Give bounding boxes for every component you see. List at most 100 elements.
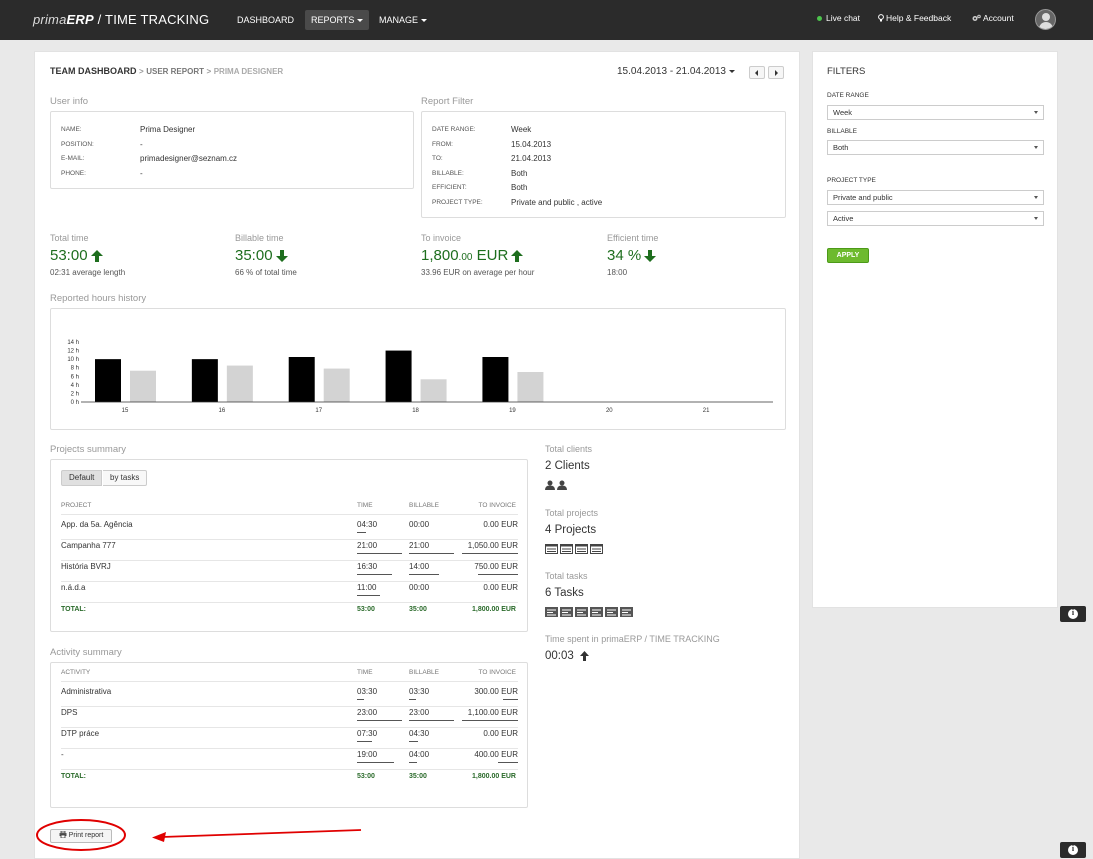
row-time: 07:30 xyxy=(357,729,378,738)
segment-by-tasks[interactable]: by tasks xyxy=(103,470,148,486)
divider xyxy=(61,769,518,770)
task-icon xyxy=(545,607,558,617)
info-value: Private and public , active xyxy=(511,197,603,207)
total-invoice: 1,800.00 EUR xyxy=(472,606,516,613)
brand-logo[interactable]: primaERP / TIME TRACKING xyxy=(33,12,209,27)
task-icon xyxy=(560,607,573,617)
table-header: TIME xyxy=(357,669,373,676)
invoice-bar xyxy=(502,699,518,700)
print-report-button[interactable]: Print report xyxy=(50,829,112,843)
total-label: TOTAL: xyxy=(61,606,87,613)
bar xyxy=(191,359,218,402)
x-tick-label: 18 xyxy=(412,408,419,414)
y-tick-label: 10 h xyxy=(67,357,79,363)
row-time: 04:30 xyxy=(357,520,378,529)
row-time: 16:30 xyxy=(357,562,378,571)
time-bar xyxy=(357,595,381,596)
help-feedback-link[interactable]: Help & Feedback xyxy=(878,13,951,23)
prev-week-button[interactable] xyxy=(749,66,765,79)
chevron-down-icon xyxy=(421,19,428,23)
table-row[interactable]: História BVRJ 16:30 14:00 750.00 EUR xyxy=(51,562,529,583)
divider xyxy=(61,514,518,515)
invoice-bar xyxy=(462,720,518,721)
table-row[interactable]: App. da 5a. Agência 04:30 00:00 0.00 EUR xyxy=(51,520,529,541)
row-time: 23:00 xyxy=(357,708,378,717)
table-header: BILLABLE xyxy=(409,669,439,676)
info-label: PROJECT TYPE: xyxy=(432,198,483,206)
info-label: BILLABLE: xyxy=(432,169,464,177)
total-tasks-label: Total tasks xyxy=(545,571,588,581)
breadcrumb-user-report[interactable]: USER REPORT xyxy=(146,67,204,76)
nav-reports[interactable]: REPORTS xyxy=(305,10,370,30)
billable-select[interactable]: Both xyxy=(827,140,1044,155)
filters-panel: FILTERS DATE RANGE Week BILLABLE Both PR… xyxy=(812,51,1058,608)
table-row[interactable]: Campanha 777 21:00 21:00 1,050.00 EUR xyxy=(51,541,529,562)
info-value: - xyxy=(140,139,143,149)
nav-manage[interactable]: MANAGE xyxy=(373,10,433,30)
chevron-down-icon xyxy=(728,69,735,73)
table-header: ACTIVITY xyxy=(61,669,91,676)
task-icon xyxy=(575,607,588,617)
hours-bar-chart: 0 h 2 h 4 h 6 h 8 h 10 h 12 h 14 h 15 16 17 18 19 20 2… xyxy=(67,340,773,414)
row-invoice: 0.00 EUR xyxy=(483,520,518,529)
date-range-select[interactable]: Week xyxy=(827,105,1044,120)
invoice-bar xyxy=(462,553,518,554)
date-range-picker[interactable]: 15.04.2013 - 21.04.2013 xyxy=(617,66,735,77)
time-bar xyxy=(357,574,393,575)
y-tick-label: 2 h xyxy=(71,391,79,397)
y-tick-label: 12 h xyxy=(67,349,79,355)
info-value: primadesigner@seznam.cz xyxy=(140,154,238,163)
project-state-select[interactable]: Active xyxy=(827,211,1044,226)
invoice-bar xyxy=(478,574,518,575)
task-icon xyxy=(605,607,618,617)
info-button-bottom[interactable] xyxy=(1060,842,1086,858)
user-avatar[interactable] xyxy=(1035,9,1056,30)
task-icon xyxy=(620,607,633,617)
x-tick-label: 19 xyxy=(509,408,516,414)
project-type-select[interactable]: Private and public xyxy=(827,190,1044,205)
stat-label: Total time xyxy=(50,233,89,243)
bar xyxy=(420,379,447,402)
bar xyxy=(95,359,121,402)
project-type-filter-label: PROJECT TYPE xyxy=(827,177,876,184)
row-name: DTP práce xyxy=(61,729,100,738)
date-range-filter-label: DATE RANGE xyxy=(827,92,869,99)
live-chat-link[interactable]: Live chat xyxy=(817,13,860,23)
bar xyxy=(130,370,156,402)
breadcrumb-current: PRIMA DESIGNER xyxy=(213,67,284,76)
divider xyxy=(61,560,518,561)
time-bar xyxy=(357,762,395,763)
table-row[interactable]: Administrativa 03:30 03:30 300.00 EUR xyxy=(51,687,529,708)
account-link[interactable]: Account xyxy=(972,13,1014,23)
chevron-left-icon xyxy=(755,70,758,76)
total-projects-label: Total projects xyxy=(545,508,599,518)
table-row[interactable]: DTP práce 07:30 04:30 0.00 EUR xyxy=(51,729,529,750)
project-icon xyxy=(545,544,558,554)
info-button[interactable] xyxy=(1060,606,1086,622)
user-info-box: NAME: Prima Designer POSITION: - E-MAIL: prim… xyxy=(50,111,414,189)
filters-title: FILTERS xyxy=(827,66,866,77)
info-label: NAME: xyxy=(61,126,82,133)
info-label: POSITION: xyxy=(61,140,94,148)
segment-default[interactable]: Default xyxy=(61,470,103,486)
nav-dashboard[interactable]: DASHBOARD xyxy=(231,10,300,30)
table-row[interactable]: DPS 23:00 23:00 1,100.00 EUR xyxy=(51,708,529,729)
billable-bar xyxy=(409,762,417,763)
stat-subtext: 66 % of total time xyxy=(235,268,297,277)
next-week-button[interactable] xyxy=(768,66,784,79)
user-info-title: User info xyxy=(50,96,89,107)
billable-bar xyxy=(409,741,418,742)
apply-button[interactable]: APPLY xyxy=(827,248,869,263)
table-row[interactable]: - 19:00 04:00 400.00 EUR xyxy=(51,750,529,771)
row-billable: 04:00 xyxy=(409,750,430,759)
row-invoice: 0.00 EUR xyxy=(483,729,518,738)
row-time: 03:30 xyxy=(357,687,378,696)
hours-history-chart: 0 h 2 h 4 h 6 h 8 h 10 h 12 h 14 h 15 16 17 18 19 20 2… xyxy=(50,308,786,430)
bar xyxy=(226,365,253,402)
row-name: DPS xyxy=(61,708,78,717)
breadcrumb-team-dashboard[interactable]: TEAM DASHBOARD xyxy=(50,66,137,76)
table-row[interactable]: n.á.d.a 11:00 00:00 0.00 EUR xyxy=(51,583,529,604)
invoice-bar xyxy=(497,762,518,763)
lightbulb-icon xyxy=(878,14,884,22)
row-name: - xyxy=(61,750,64,759)
